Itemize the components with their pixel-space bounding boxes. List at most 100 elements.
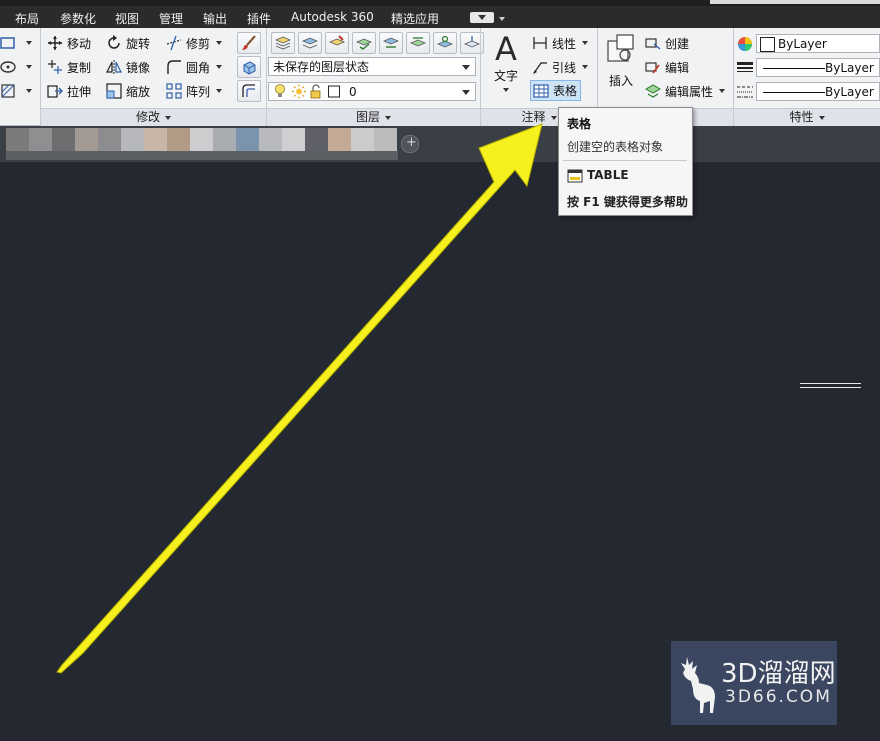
trim-icon (166, 35, 182, 51)
new-tab-button[interactable] (401, 135, 419, 153)
layer-tool-5-button[interactable] (379, 32, 403, 54)
ellipse-tool[interactable] (0, 57, 32, 77)
layer-isolate-icon (410, 37, 426, 47)
layer-check-icon (356, 38, 372, 50)
edit-block-icon (645, 59, 661, 75)
layer-tool-6-button[interactable] (406, 32, 430, 54)
tooltip-title: 表格 (567, 117, 592, 131)
modify-panel-title[interactable]: 修改 (41, 108, 266, 126)
watermark-domain: 3D66.COM (725, 687, 832, 707)
layer-merge-icon (464, 36, 480, 48)
create-block-button[interactable]: 创建 (645, 33, 689, 53)
mirror-icon (106, 59, 122, 75)
file-tab-strip (0, 126, 880, 162)
unlock-icon (309, 83, 323, 106)
leader-button[interactable]: 引线 (532, 57, 589, 77)
fillet-icon (166, 59, 182, 75)
explode-button[interactable] (237, 56, 261, 78)
stretch-icon (47, 83, 63, 99)
leader-icon (532, 59, 548, 75)
trim-button[interactable]: 修剪 (166, 33, 223, 53)
ellipse-icon (0, 59, 16, 75)
stretch-button[interactable]: 拉伸 (47, 81, 91, 101)
edit-attributes-icon (645, 83, 661, 99)
copy-button[interactable]: 复制 (47, 57, 91, 77)
sun-icon (291, 83, 307, 106)
tooltip-description: 创建空的表格对象 (567, 140, 664, 154)
menu-output[interactable]: 输出 (203, 10, 227, 27)
layer-state-select[interactable]: 未保存的图层状态 (268, 57, 476, 76)
properties-panel-title[interactable]: 特性 (734, 108, 880, 126)
cursor-marker (800, 383, 861, 388)
copy-icon (47, 59, 63, 75)
lightbulb-icon (273, 83, 287, 106)
hatch-tool[interactable] (0, 81, 32, 101)
menu-featured-apps[interactable]: 精选应用 (391, 10, 439, 27)
text-button[interactable]: A 文字 (488, 31, 524, 105)
layers-panel-title[interactable]: 图层 (267, 108, 480, 126)
layer-tool-7-button[interactable] (433, 32, 457, 54)
match-properties-button[interactable] (237, 32, 261, 54)
tooltip-command: TABLE (587, 168, 629, 182)
color-wheel-icon (737, 36, 753, 55)
linetype-select[interactable]: ByLayer (756, 82, 880, 101)
current-layer-select[interactable]: 0 (268, 82, 476, 101)
layer-color-icon (327, 83, 341, 106)
rectangle-icon (0, 35, 16, 51)
hatch-icon (0, 83, 16, 99)
menu-bar: 布局 参数化 视图 管理 输出 插件 Autodesk 360 精选应用 (0, 6, 880, 28)
layer-properties-button[interactable] (271, 32, 295, 54)
layer-tool-3-button[interactable] (325, 32, 349, 54)
ribbon-minimize-button[interactable] (470, 12, 494, 23)
text-a-icon: A (495, 30, 517, 68)
menu-manage[interactable]: 管理 (159, 10, 183, 27)
array-grid-icon (166, 83, 182, 99)
chevron-down-icon[interactable] (499, 17, 505, 21)
layer-walk-icon (437, 35, 453, 48)
watermark-logo: 3D溜溜网 3D66.COM (671, 641, 837, 725)
menu-view[interactable]: 视图 (115, 10, 139, 27)
layer-tool-4-button[interactable] (352, 32, 376, 54)
tooltip-help: 按 F1 键获得更多帮助 (567, 195, 688, 209)
deer-logo-icon (677, 655, 721, 720)
array-button[interactable]: 阵列 (166, 81, 223, 101)
scale-button[interactable]: 缩放 (106, 81, 150, 101)
offset-icon (242, 84, 255, 97)
menu-autodesk-360[interactable]: Autodesk 360 (291, 10, 374, 24)
scale-icon (106, 83, 122, 99)
insert-block-button[interactable]: 插入 (603, 33, 639, 93)
lineweight-select[interactable]: ByLayer (756, 58, 880, 77)
move-button[interactable]: 移动 (47, 33, 91, 53)
layers-icon (275, 36, 291, 50)
edit-attributes-button[interactable]: 编辑属性 (645, 81, 726, 101)
rotate-icon (106, 35, 122, 51)
move-icon (47, 35, 63, 51)
watermark-brand: 3D溜溜网 (721, 659, 836, 689)
paintbrush-icon (242, 35, 256, 50)
linetype-icon (737, 84, 753, 103)
linear-dimension-button[interactable]: 线性 (532, 33, 589, 53)
menu-layout[interactable]: 布局 (15, 10, 39, 27)
ribbon: 移动 旋转 修剪 复制 镜像 圆角 拉伸 缩放 阵列 修改 未保存的图层状态 0… (0, 28, 880, 126)
linear-dimension-icon (532, 35, 548, 51)
rotate-button[interactable]: 旋转 (106, 33, 150, 53)
redacted-mosaic (6, 128, 398, 160)
table-tooltip: 表格 创建空的表格对象 TABLE 按 F1 键获得更多帮助 (558, 107, 693, 216)
layer-tool-2-button[interactable] (298, 32, 322, 54)
rectangle-tool[interactable] (0, 33, 32, 53)
layer-match-icon (383, 37, 399, 48)
offset-button[interactable] (237, 80, 261, 102)
insert-block-icon (605, 33, 637, 68)
edit-block-button[interactable]: 编辑 (645, 57, 689, 77)
create-block-icon (645, 35, 661, 51)
table-button[interactable]: 表格 (530, 80, 582, 101)
mirror-button[interactable]: 镜像 (106, 57, 150, 77)
color-select[interactable]: ByLayer (756, 34, 880, 53)
fillet-button[interactable]: 圆角 (166, 57, 223, 77)
menu-parametric[interactable]: 参数化 (60, 10, 96, 27)
table-icon (533, 83, 549, 99)
lineweight-icon (737, 60, 753, 79)
layer-edit-icon (329, 35, 345, 46)
cube-icon (243, 61, 256, 75)
menu-plugins[interactable]: 插件 (247, 10, 271, 27)
